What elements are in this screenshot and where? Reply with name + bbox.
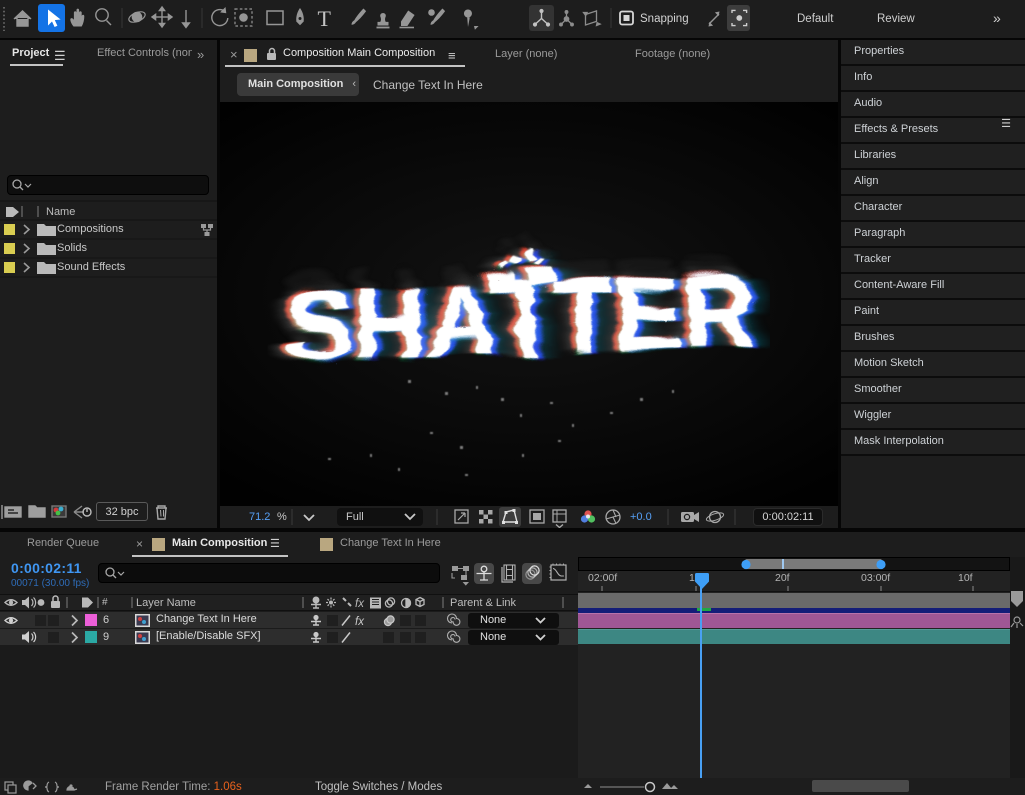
svg-text:Snapping: Snapping [640, 13, 689, 25]
svg-text:T: T [318, 6, 332, 31]
svg-text:fx: fx [355, 598, 365, 610]
svg-text:Review: Review [877, 13, 915, 25]
svg-text:Default: Default [797, 13, 834, 25]
svg-text:»: » [993, 10, 1001, 26]
svg-text:fx: fx [355, 616, 365, 628]
